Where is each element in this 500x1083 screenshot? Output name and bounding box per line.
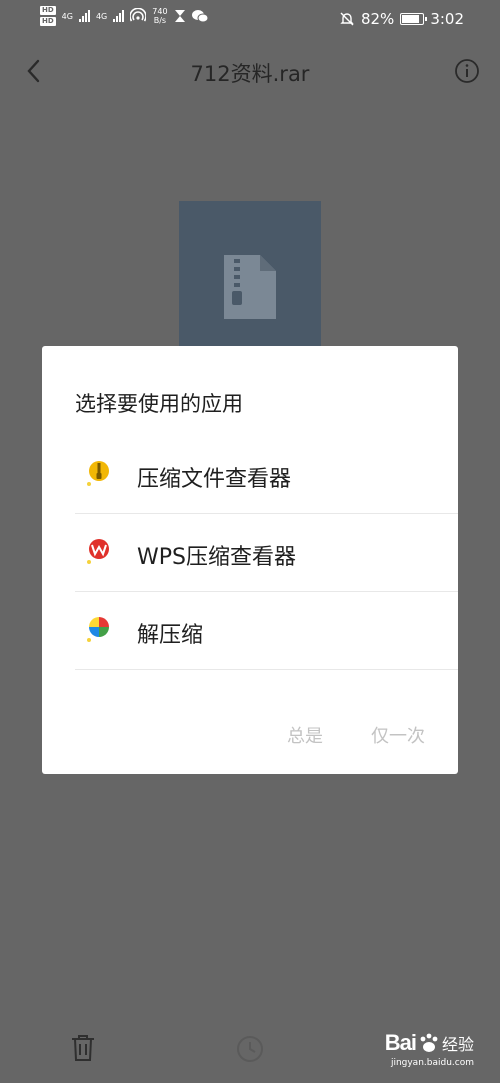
dialog-actions: 总是 仅一次: [287, 722, 425, 748]
info-icon[interactable]: [454, 58, 480, 84]
paw-icon: [420, 1033, 438, 1052]
hd-badge-top: HD: [40, 6, 56, 15]
network-type-2: 4G: [95, 11, 108, 21]
unzip-icon: [87, 617, 109, 642]
mute-bell-icon: [340, 12, 354, 26]
status-bar: HD HD 4G 4G 740 B/s 82% 3:02: [0, 0, 500, 38]
baidu-watermark: Bai 经验 jingyan.baidu.com: [384, 1030, 474, 1068]
app-label-unzip: 解压缩: [137, 623, 204, 648]
signal-icon-2: [113, 10, 125, 22]
app-item-wps-viewer[interactable]: WPS压缩查看器: [75, 514, 458, 592]
app-label-zip-viewer: 压缩文件查看器: [137, 467, 292, 492]
signal-icon: [78, 10, 90, 22]
zip-file-icon: [224, 255, 276, 319]
battery-icon: [400, 13, 428, 25]
wechat-icon: [191, 10, 208, 23]
app-label-wps-viewer: WPS压缩查看器: [137, 545, 296, 570]
status-right: 82% 3:02: [339, 10, 464, 28]
page-title: 712资料.rar: [190, 62, 310, 86]
clock-time: 3:02: [430, 10, 464, 28]
trash-icon[interactable]: [70, 1034, 96, 1062]
battery-percent: 82%: [360, 10, 395, 28]
hd-badges: HD HD: [40, 6, 56, 26]
always-button[interactable]: 总是: [287, 722, 323, 748]
network-type-1: 4G: [61, 11, 73, 21]
title-bar: 712资料.rar: [0, 44, 500, 100]
hourglass-icon: [174, 10, 185, 22]
app-list: 压缩文件查看器 WPS压缩查看器 解压缩: [42, 436, 458, 670]
app-item-unzip[interactable]: 解压缩: [75, 592, 458, 670]
status-left: HD HD 4G 4G 740 B/s: [40, 6, 208, 26]
data-rate-value: 740: [152, 7, 168, 16]
dialog-title: 选择要使用的应用: [75, 392, 243, 416]
file-thumbnail: [179, 201, 321, 351]
app-item-zip-viewer[interactable]: 压缩文件查看器: [75, 436, 458, 514]
data-rate: 740 B/s: [152, 7, 167, 25]
wps-icon: [87, 539, 109, 564]
watermark-suffix: 经验: [441, 1035, 474, 1054]
just-once-button[interactable]: 仅一次: [371, 722, 425, 748]
watermark-brand: Bai: [384, 1030, 417, 1055]
app-chooser-dialog: 选择要使用的应用 压缩文件查看器 WPS压缩查看器 解压缩 总是 仅一次: [42, 346, 458, 774]
watermark-url: jingyan.baidu.com: [390, 1058, 474, 1068]
bottom-bar: Bai 经验 jingyan.baidu.com: [0, 1010, 500, 1083]
clock-icon[interactable]: [236, 1035, 264, 1063]
data-rate-unit: B/s: [153, 16, 167, 25]
hd-badge-bottom: HD: [40, 17, 56, 26]
zip-viewer-icon: [87, 461, 109, 486]
hotspot-icon: [130, 8, 147, 22]
